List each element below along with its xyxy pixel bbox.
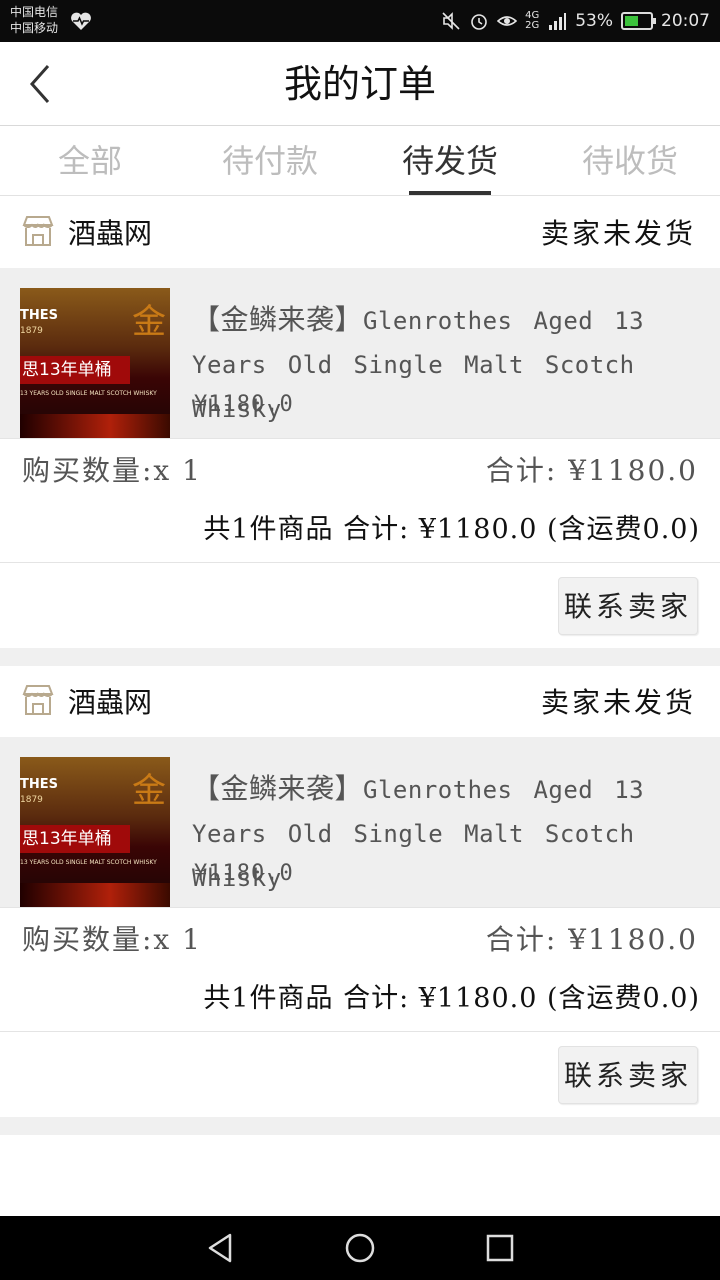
battery-fill	[625, 16, 638, 26]
product-thumbnail: THES 1879 金 思13年单桶 13 YEARS OLD SINGLE M…	[20, 288, 170, 438]
shop-row[interactable]: 酒蟲网 卖家未发货	[0, 666, 720, 737]
network-label-2: 2G	[525, 20, 540, 31]
thumb-decoration	[20, 883, 170, 907]
triangle-back-icon[interactable]	[204, 1232, 236, 1264]
signal-icon	[549, 13, 567, 30]
quantity-row: 购买数量:x 1 合计: ¥1180.0	[0, 438, 720, 502]
product-name-cn: 【金鳞来袭】	[192, 772, 364, 805]
product-row[interactable]: THES 1879 金 思13年单桶 13 YEARS OLD SINGLE M…	[0, 737, 720, 907]
product-thumbnail: THES 1879 金 思13年单桶 13 YEARS OLD SINGLE M…	[20, 757, 170, 907]
network-4g: 4G 2G	[525, 11, 539, 31]
circle-home-icon[interactable]	[344, 1232, 376, 1264]
shop-name: 酒蟲网	[68, 217, 153, 250]
tab-pending-shipment[interactable]: 待发货	[360, 126, 540, 195]
tab-pending-receipt-label: 待收货	[581, 142, 678, 180]
battery-percent: 53%	[575, 11, 613, 31]
product-price: ¥1180.0	[194, 392, 294, 417]
order-tabs: 全部 待付款 待发货 待收货	[0, 126, 720, 196]
tab-all[interactable]: 全部	[0, 126, 180, 195]
thumb-text-desc: 13 YEARS OLD SINGLE MALT SCOTCH WHISKY	[20, 859, 157, 866]
purchase-quantity: 购买数量:x 1	[22, 454, 202, 487]
thumb-text-year: 1879	[20, 795, 43, 805]
order-card: 酒蟲网 卖家未发货 THES 1879 金 思13年单桶 13 YEARS OL…	[0, 197, 720, 648]
square-recents-icon[interactable]	[484, 1232, 516, 1264]
carrier-1: 中国电信	[10, 5, 59, 19]
tab-pending-receipt[interactable]: 待收货	[540, 126, 720, 195]
battery-icon	[621, 12, 656, 30]
mute-icon	[442, 12, 460, 30]
thumb-text-title: 思13年单桶	[20, 825, 130, 853]
carrier-2: 中国移动	[10, 21, 59, 35]
item-subtotal: 合计: ¥1180.0	[485, 923, 698, 956]
app-header: 我的订单	[0, 42, 720, 126]
thumb-text-brand: THES	[20, 777, 58, 792]
summary-row: 共1件商品 合计: ¥1180.0 (含运费0.0)	[0, 971, 720, 1031]
clock: 20:07	[661, 11, 710, 31]
order-status: 卖家未发货	[540, 217, 696, 250]
thumb-decoration	[20, 414, 170, 438]
page-title: 我的订单	[283, 62, 436, 106]
thumb-text-year: 1879	[20, 326, 43, 336]
tab-active-indicator	[409, 191, 491, 195]
product-name-cn: 【金鳞来袭】	[192, 303, 364, 336]
status-icons: 4G 2G 53% 20:07	[441, 8, 710, 34]
heart-pulse-icon	[71, 12, 91, 30]
action-row: 联系卖家	[0, 562, 720, 648]
order-list: 酒蟲网 卖家未发货 THES 1879 金 思13年单桶 13 YEARS OL…	[0, 197, 720, 1135]
order-summary: 共1件商品 合计: ¥1180.0 (含运费0.0)	[203, 983, 700, 1014]
item-subtotal: 合计: ¥1180.0	[485, 454, 698, 487]
system-nav-bar	[0, 1216, 720, 1280]
shop-row[interactable]: 酒蟲网 卖家未发货	[0, 197, 720, 268]
order-divider	[0, 1117, 720, 1135]
tab-pending-payment[interactable]: 待付款	[180, 126, 360, 195]
thumb-text-brand: THES	[20, 308, 58, 323]
thumb-text-gold: 金	[132, 771, 166, 811]
thumb-text-gold: 金	[132, 302, 166, 342]
tab-all-label: 全部	[57, 142, 122, 180]
shop-name: 酒蟲网	[68, 686, 153, 719]
alarm-icon	[471, 14, 487, 30]
thumb-text-desc: 13 YEARS OLD SINGLE MALT SCOTCH WHISKY	[20, 390, 157, 397]
order-card: 酒蟲网 卖家未发货 THES 1879 金 思13年单桶 13 YEARS OL…	[0, 666, 720, 1117]
status-bar: 中国电信 中国移动 4G 2G 53% 20:07	[0, 0, 720, 42]
shop-icon	[22, 685, 54, 715]
product-row[interactable]: THES 1879 金 思13年单桶 13 YEARS OLD SINGLE M…	[0, 268, 720, 438]
contact-seller-button[interactable]: 联系卖家	[558, 1046, 698, 1104]
order-summary: 共1件商品 合计: ¥1180.0 (含运费0.0)	[203, 514, 700, 545]
summary-row: 共1件商品 合计: ¥1180.0 (含运费0.0)	[0, 502, 720, 562]
order-divider	[0, 648, 720, 666]
carrier-labels: 中国电信 中国移动	[10, 4, 58, 36]
quantity-row: 购买数量:x 1 合计: ¥1180.0	[0, 907, 720, 971]
contact-seller-button[interactable]: 联系卖家	[558, 577, 698, 635]
product-price: ¥1180.0	[194, 861, 294, 886]
order-status: 卖家未发货	[540, 686, 696, 719]
tab-pending-shipment-label: 待发货	[401, 142, 498, 180]
thumb-text-title: 思13年单桶	[20, 356, 130, 384]
tab-pending-payment-label: 待付款	[221, 142, 318, 180]
purchase-quantity: 购买数量:x 1	[22, 923, 202, 956]
action-row: 联系卖家	[0, 1031, 720, 1117]
shop-icon	[22, 216, 54, 246]
eye-icon	[497, 16, 518, 26]
